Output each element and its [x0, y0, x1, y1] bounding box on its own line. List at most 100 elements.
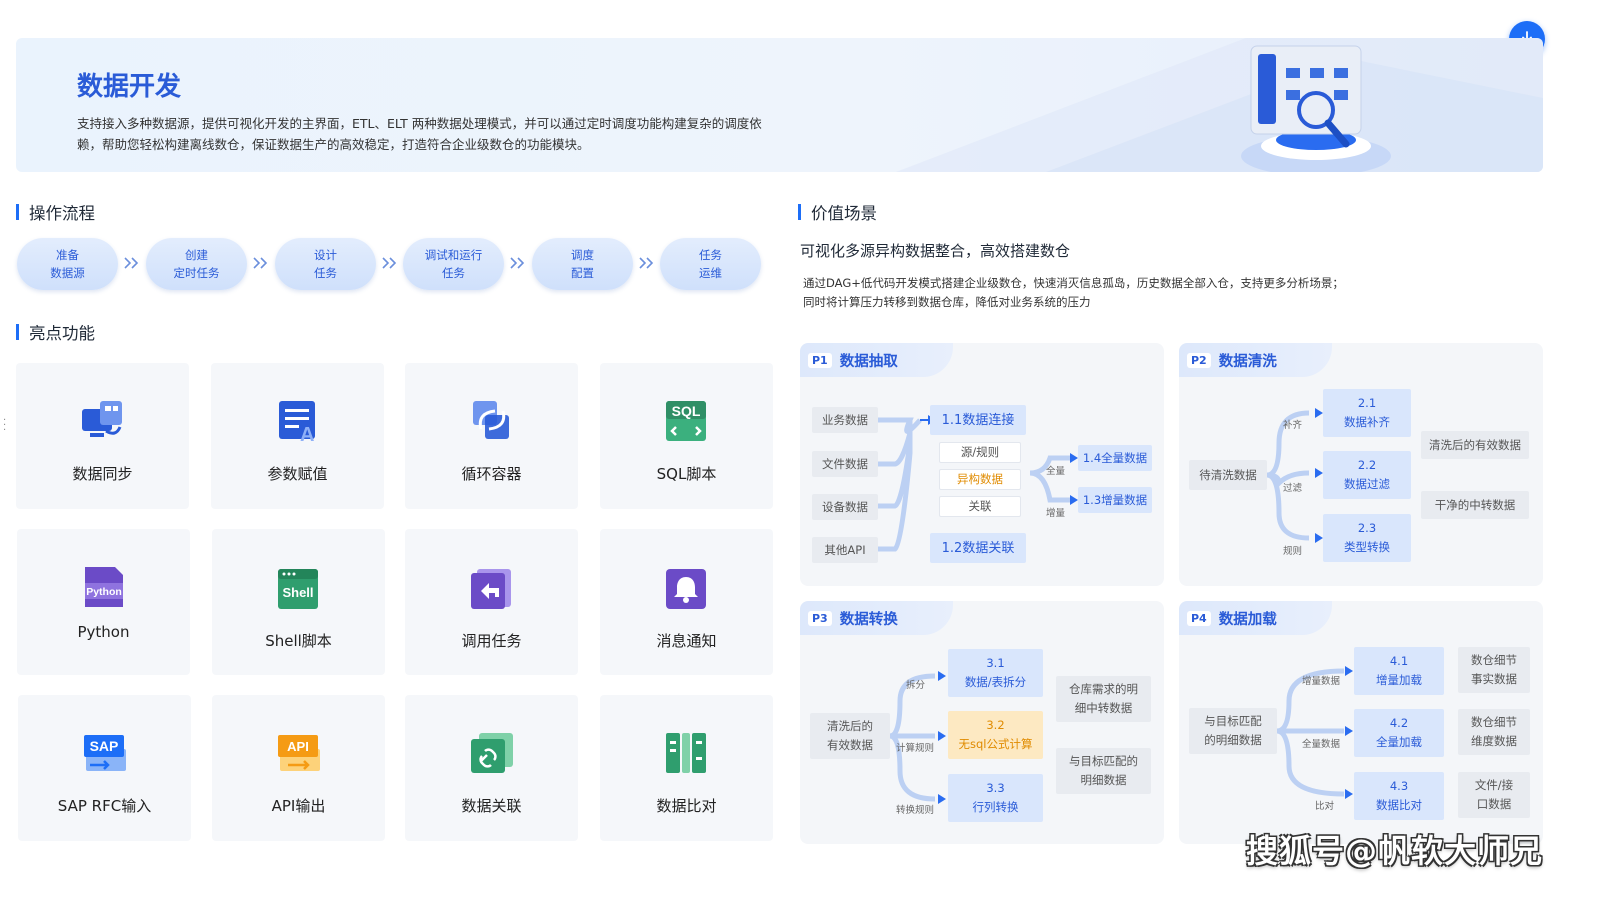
- feature-label: API输出: [271, 797, 326, 815]
- shell-icon: Shell: [278, 569, 318, 609]
- feature-card-parameter[interactable]: A 参数赋值: [211, 363, 384, 509]
- feature-card-python[interactable]: Python Python: [17, 529, 190, 675]
- feature-card-call-task[interactable]: 调用任务: [405, 529, 578, 675]
- sql-icon: SQL: [666, 401, 706, 441]
- feature-card-loop[interactable]: 循环容器: [405, 363, 578, 509]
- step-box: 1.2数据关联: [930, 533, 1026, 563]
- double-chevron-icon: [510, 257, 525, 269]
- panel-p4: P4 数据加载 与目标匹配 的明细数据 增量数据 全量数据 比对 4.1 增量加载…: [1179, 601, 1543, 844]
- edge-label: 拆分: [906, 680, 926, 691]
- feature-card-notify[interactable]: 消息通知: [600, 529, 773, 675]
- value-description: 通过DAG+低代码开发模式搭建企业级数仓，快速消灭信息孤岛，历史数据全部入仓，支…: [803, 274, 1503, 312]
- process-flow: 准备 数据源 创建 定时任务 设计 任务 调试和运行 任务 调度 配置 任务 运…: [17, 238, 763, 292]
- feature-label: SAP RFC输入: [57, 797, 152, 815]
- feature-label: 数据同步: [72, 465, 133, 483]
- link-icon: [471, 733, 513, 773]
- bell-icon: [666, 569, 706, 609]
- source-box: 文件数据: [812, 451, 878, 477]
- feature-card-sql[interactable]: SQL SQL脚本: [600, 363, 773, 509]
- drag-handle[interactable]: · · ·: [3, 416, 6, 436]
- feature-label: 参数赋值: [267, 465, 328, 483]
- section-heading-text: 亮点功能: [29, 324, 95, 343]
- python-icon: Python: [85, 567, 123, 607]
- output-box: 数仓细节 事实数据: [1458, 647, 1530, 693]
- feature-label: 数据关联: [461, 797, 522, 815]
- svg-text:SQL: SQL: [672, 403, 701, 419]
- data-sync-icon: [82, 401, 122, 437]
- call-task-icon: [471, 569, 511, 609]
- section-heading-features: 亮点功能: [16, 320, 95, 344]
- output-box: 干净的中转数据: [1421, 491, 1529, 519]
- double-chevron-icon: [253, 257, 268, 269]
- process-step-3[interactable]: 设计 任务: [275, 238, 376, 290]
- feature-card-shell[interactable]: Shell Shell脚本: [212, 529, 385, 675]
- step-box: 1.1数据连接: [930, 405, 1026, 435]
- panel-p1: P1 数据抽取 业务数据 文件数据 设备数据 其他API 1.1数据连接 源/规则…: [800, 343, 1164, 586]
- process-step-2[interactable]: 创建 定时任务: [146, 238, 247, 290]
- double-chevron-icon: [382, 257, 397, 269]
- edge-label: 规则: [1283, 546, 1303, 557]
- value-title: 可视化多源异构数据整合，高效搭建数仓: [800, 242, 1071, 260]
- edge-label: 转换规则: [896, 805, 935, 816]
- edge-label: 增量数据: [1302, 676, 1341, 687]
- value-description-line: 通过DAG+低代码开发模式搭建企业级数仓，快速消灭信息孤岛，历史数据全部入仓，支…: [803, 276, 1344, 290]
- feature-label: SQL脚本: [656, 465, 717, 483]
- panel-p2: P2 数据清洗 待清洗数据 补齐 过滤 规则 2.1 数据补齐 2.2 数据过滤 …: [1179, 343, 1543, 586]
- process-step-6[interactable]: 任务 运维: [660, 238, 761, 290]
- section-heading-value: 价值场景: [798, 200, 877, 224]
- feature-label: 消息通知: [656, 632, 717, 650]
- compare-icon: [666, 733, 706, 773]
- section-heading-process: 操作流程: [16, 200, 95, 224]
- edge-label: 比对: [1315, 801, 1335, 812]
- edge-label: 计算规则: [896, 743, 935, 754]
- feature-label: Shell脚本: [265, 632, 332, 650]
- edge-label: 过滤: [1283, 483, 1303, 494]
- process-step-1[interactable]: 准备 数据源: [17, 238, 118, 290]
- edge-label: 全量: [1046, 466, 1066, 477]
- watermark: 搜狐号@帆软大师兄: [1246, 832, 1544, 870]
- source-box: 待清洗数据: [1189, 460, 1267, 490]
- svg-text:Python: Python: [86, 586, 122, 598]
- process-step-5[interactable]: 调度 配置: [532, 238, 633, 290]
- source-box: 设备数据: [812, 494, 878, 520]
- rule-box: 异构数据: [939, 469, 1021, 490]
- feature-card-sap[interactable]: SAP SAP RFC输入: [18, 695, 191, 841]
- output-box: 清洗后的有效数据: [1421, 431, 1529, 459]
- process-step-4[interactable]: 调试和运行 任务: [403, 238, 504, 290]
- banner: 数据开发 支持接入多种数据源，提供可视化开发的主界面，ETL、ELT 两种数据处…: [16, 38, 1543, 172]
- step-box: 4.3 数据比对: [1354, 772, 1444, 820]
- source-box: 业务数据: [812, 407, 878, 433]
- output-box: 与目标匹配的 明细数据: [1056, 748, 1151, 794]
- output-box: 文件/接 口数据: [1458, 772, 1530, 818]
- svg-text:Shell: Shell: [282, 585, 313, 600]
- parameter-icon: A: [279, 401, 315, 445]
- banner-illustration: [896, 38, 1543, 172]
- section-heading-text: 价值场景: [811, 204, 877, 223]
- loop-icon: [473, 401, 509, 439]
- feature-label: 数据比对: [656, 797, 717, 815]
- source-box: 与目标匹配 的明细数据: [1189, 708, 1277, 754]
- step-box-highlighted: 3.2 无sql公式计算: [948, 711, 1043, 759]
- section-heading-text: 操作流程: [29, 204, 95, 223]
- step-box: 2.1 数据补齐: [1323, 389, 1411, 437]
- feature-card-api[interactable]: API API输出: [212, 695, 385, 841]
- feature-label: 调用任务: [461, 632, 522, 650]
- edge-label: 增量: [1046, 508, 1066, 519]
- step-box: 3.1 数据/表拆分: [948, 649, 1043, 697]
- step-box: 2.2 数据过滤: [1323, 451, 1411, 499]
- feature-label: Python: [77, 623, 130, 641]
- double-chevron-icon: [639, 257, 654, 269]
- page-title: 数据开发: [77, 72, 182, 102]
- sap-icon: SAP: [84, 735, 126, 771]
- api-icon: API: [278, 735, 320, 771]
- source-box: 其他API: [812, 537, 878, 563]
- feature-card-link[interactable]: 数据关联: [405, 695, 578, 841]
- feature-card-compare[interactable]: 数据比对: [600, 695, 773, 841]
- panel-p3: P3 数据转换 清洗后的 有效数据 拆分 计算规则 转换规则 3.1 数据/表拆分…: [800, 601, 1164, 844]
- svg-text:A: A: [300, 424, 314, 445]
- feature-card-data-sync[interactable]: 数据同步: [16, 363, 189, 509]
- svg-text:SAP: SAP: [90, 738, 119, 754]
- double-chevron-icon: [124, 257, 139, 269]
- edge-label: 全量数据: [1302, 739, 1341, 750]
- source-box: 清洗后的 有效数据: [810, 713, 890, 759]
